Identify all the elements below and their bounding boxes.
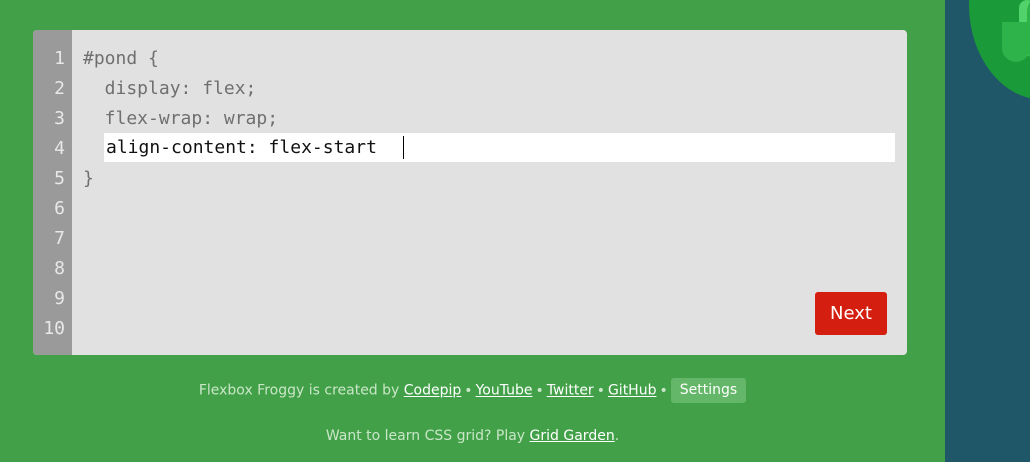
instructions-panel: 1 2 3 4 5 6 7 8 9 10 #pond { display: fl…: [0, 0, 945, 462]
line-number-gutter: 1 2 3 4 5 6 7 8 9 10: [33, 30, 72, 355]
line-number: 8: [54, 258, 65, 279]
line-number: 4: [54, 138, 65, 159]
separator: •: [659, 382, 668, 399]
code-line-display: display: flex;: [83, 78, 257, 99]
grid-promo-suffix: .: [614, 428, 620, 444]
pond-board: [945, 0, 1030, 462]
separator: •: [464, 382, 473, 399]
code-line-closing-brace: }: [83, 168, 94, 189]
settings-button[interactable]: Settings: [670, 378, 747, 403]
code-line-selector: #pond {: [83, 48, 159, 69]
line-number: 6: [54, 198, 65, 219]
github-link[interactable]: GitHub: [608, 383, 657, 399]
line-number: 3: [54, 108, 65, 129]
credits-text: Flexbox Froggy is created by: [198, 382, 404, 399]
code-line-flex-wrap: flex-wrap: wrap;: [83, 108, 279, 129]
line-number: 1: [54, 48, 65, 69]
line-number: 5: [54, 168, 65, 189]
frog-arm-icon: [1002, 22, 1030, 62]
next-button[interactable]: Next: [815, 292, 887, 335]
line-number: 9: [54, 288, 65, 309]
grid-promo-text: Want to learn CSS grid? Play: [325, 428, 530, 444]
line-number: 10: [43, 318, 65, 339]
grid-garden-link[interactable]: Grid Garden: [530, 428, 615, 444]
separator: •: [596, 382, 605, 399]
codepip-link[interactable]: Codepip: [404, 383, 462, 399]
separator: •: [535, 382, 544, 399]
css-answer-input[interactable]: [104, 133, 895, 162]
twitter-link[interactable]: Twitter: [547, 383, 594, 399]
css-editor: 1 2 3 4 5 6 7 8 9 10 #pond { display: fl…: [33, 30, 907, 355]
grid-garden-promo: Want to learn CSS grid? Play Grid Garden…: [0, 424, 945, 448]
line-number: 2: [54, 78, 65, 99]
text-cursor: [403, 136, 404, 159]
line-number: 7: [54, 228, 65, 249]
credits: Flexbox Froggy is created by Codepip • You…: [0, 378, 945, 403]
youtube-link[interactable]: YouTube: [476, 383, 533, 399]
